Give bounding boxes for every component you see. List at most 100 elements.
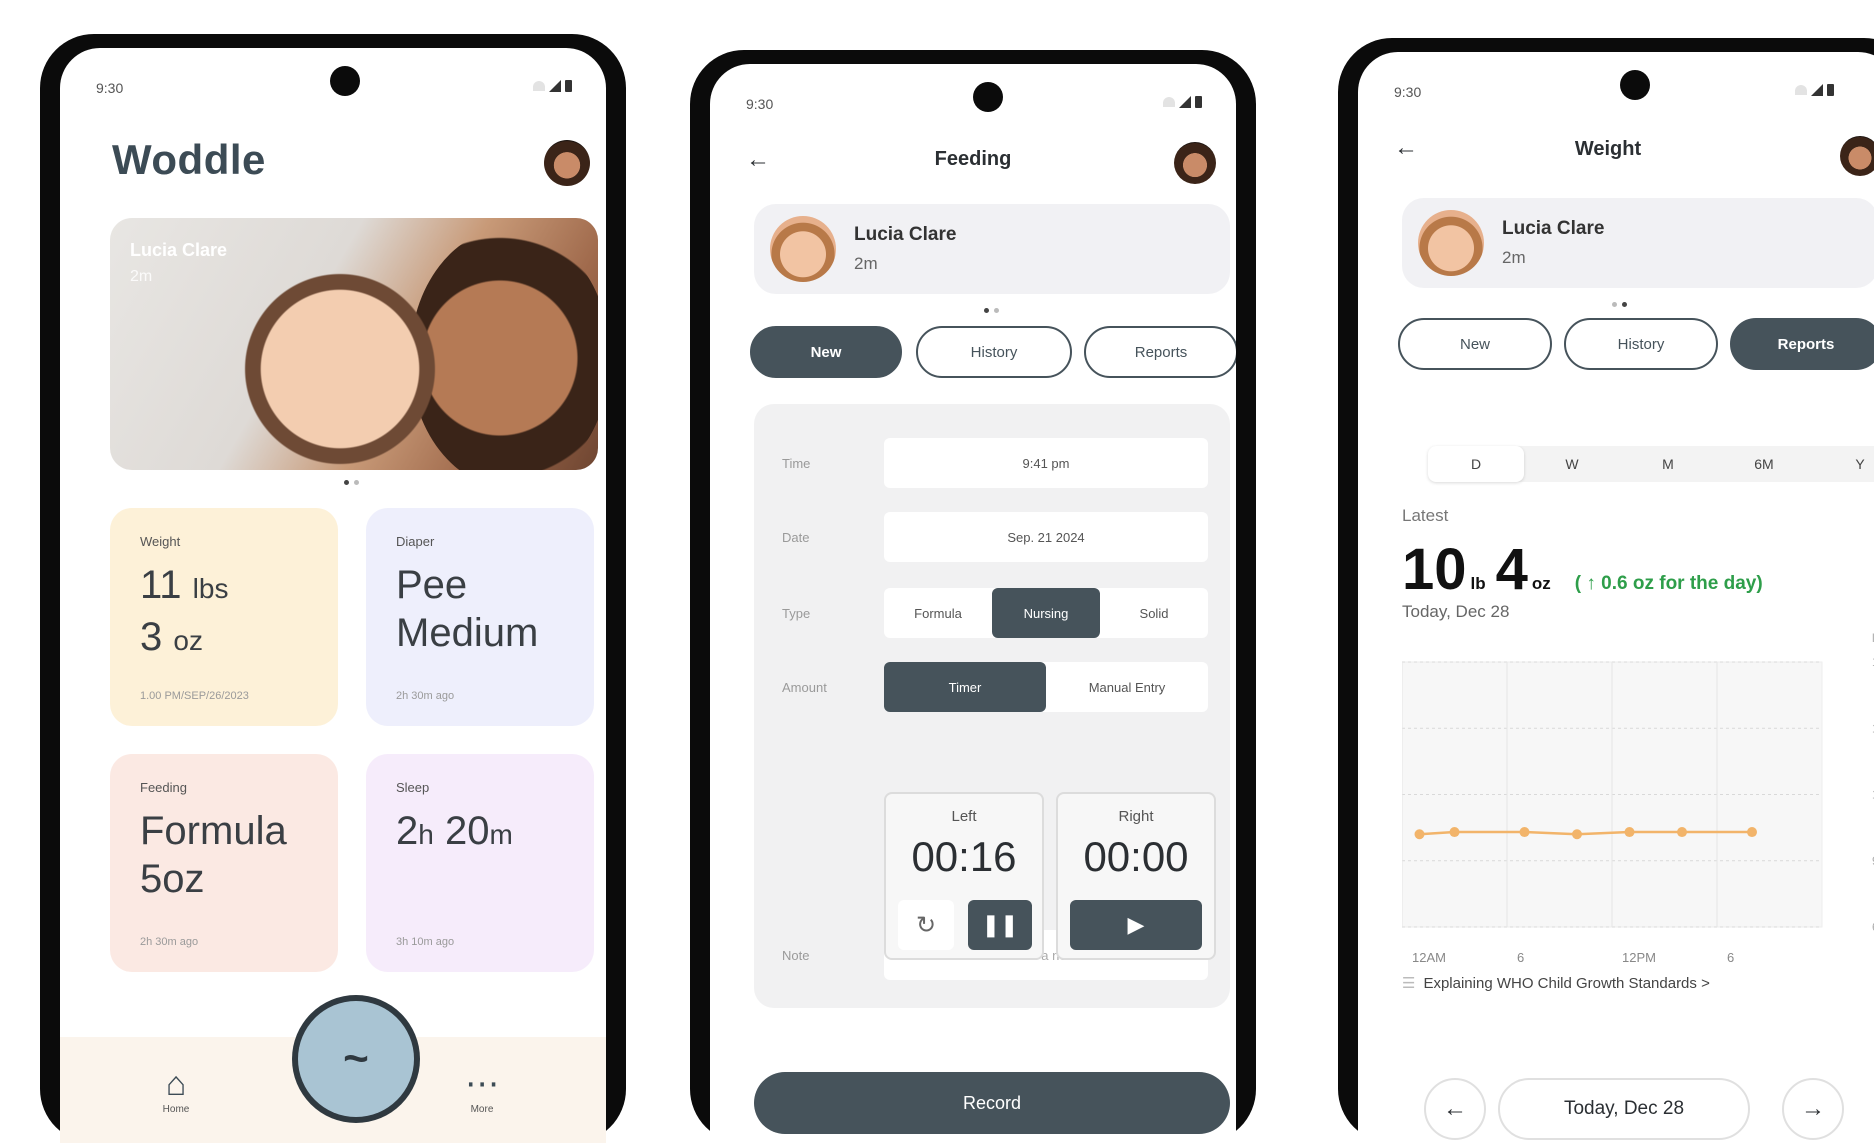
weight-point [1414,829,1425,840]
weight-point [1624,827,1635,838]
reset-icon[interactable]: ↻ [898,900,954,950]
nav-home[interactable]: ⌂ Home [146,1064,206,1115]
nav-more-label: More [470,1104,494,1115]
carousel-dot[interactable] [1622,302,1627,307]
amount-manual-entry[interactable]: Manual Entry [1046,662,1208,712]
tab-new[interactable]: New [750,326,902,378]
add-entry-fab[interactable]: ~ [292,995,420,1123]
timer-left-label: Left [951,808,977,825]
range-6month[interactable]: 6M [1716,446,1812,482]
camera-notch [1620,70,1650,100]
phone-home: 9:30 Woddle Lucia Clare 2m Weight 11 lbs… [40,34,626,1143]
tile-timestamp: 1.00 PM/SEP/26/2023 [140,690,249,702]
status-icons [533,80,572,92]
weight-point [1572,829,1582,840]
status-icons [1163,96,1202,108]
type-nursing[interactable]: Nursing [992,588,1100,638]
tile-label: Sleep [396,780,430,795]
type-formula[interactable]: Formula [884,588,992,638]
latest-date: Today, Dec 28 [1402,602,1510,621]
time-label: Time [782,456,811,471]
x-tick-label: 6 [1727,950,1734,965]
carousel-dots [1612,302,1627,307]
child-name: Lucia Clare [1502,218,1605,239]
sleep-value: 2h 20m [396,809,513,853]
weight-change: ( ↑ 0.6 oz for the day) [1574,573,1763,594]
status-time: 9:30 [746,96,774,112]
next-day-button[interactable]: → [1782,1078,1844,1140]
page-title: Feeding [934,148,1012,170]
more-icon: ⋯ [465,1065,499,1103]
weight-point [1747,827,1757,838]
carousel-dot[interactable] [1612,302,1617,307]
pause-button[interactable]: ❚❚ [968,900,1032,950]
carousel-dot[interactable] [354,480,359,485]
carousel-dots [984,308,999,313]
tile-timestamp: 2h 30m ago [140,936,199,948]
range-day[interactable]: D [1428,446,1524,482]
tab-history[interactable]: History [916,326,1072,378]
latest-weight: 10 lb 4 oz ( ↑ 0.6 oz for the day) [1402,536,1763,603]
signal-icon [549,80,561,92]
app-logo: Woddle [112,136,266,183]
sleep-tile[interactable]: Sleep 2h 20m 3h 10m ago [366,754,594,972]
carousel-dot[interactable] [344,480,349,485]
diaper-tile[interactable]: Diaper Pee Medium 2h 30m ago [366,508,594,726]
latest-label: Latest [1402,506,1449,525]
prev-day-button[interactable]: ← [1424,1078,1486,1140]
timer-left: Left 00:16 ↻ ❚❚ [884,792,1044,960]
type-solid[interactable]: Solid [1100,588,1208,638]
status-icons [1795,84,1834,96]
range-week[interactable]: W [1524,446,1620,482]
type-label: Type [782,606,811,621]
wifi-icon [1795,85,1807,95]
list-icon: ☰ [1402,975,1416,992]
child-hero-card[interactable]: Lucia Clare 2m [110,218,598,470]
x-axis-ticks: 12AM 6 12PM 6 [1412,950,1734,965]
home-screen: 9:30 Woddle Lucia Clare 2m Weight 11 lbs… [60,48,606,1143]
battery-icon [565,80,572,92]
tile-timestamp: 3h 10m ago [396,936,455,948]
growth-standards-link[interactable]: ☰ Explaining WHO Child Growth Standards > [1402,974,1710,992]
camera-notch [330,66,360,96]
profile-avatar[interactable] [544,140,590,186]
latest-oz-value: 4 [1495,537,1528,602]
nav-more[interactable]: ⋯ More [452,1064,512,1115]
child-card[interactable]: Lucia Clare 2m [1402,198,1874,288]
feeding-value: Formula 5oz [140,809,287,901]
child-card[interactable]: Lucia Clare 2m [754,204,1230,294]
tab-new[interactable]: New [1398,318,1552,370]
range-selector: D W M 6M Y [1428,446,1874,482]
amount-selector: Timer Manual Entry [884,662,1208,712]
range-month[interactable]: M [1620,446,1716,482]
time-field[interactable]: 9:41 pm [884,438,1208,488]
tab-reports[interactable]: Reports [1084,326,1236,378]
hero-child-age: 2m [130,268,153,285]
x-tick-label: 6 [1517,950,1524,965]
profile-avatar[interactable] [1840,136,1874,176]
signal-icon [1811,84,1823,96]
hero-child-name: Lucia Clare [130,240,228,260]
date-field[interactable]: Sep. 21 2024 [884,512,1208,562]
record-button[interactable]: Record [754,1072,1230,1134]
weight-tile[interactable]: Weight 11 lbs 3 oz 1.00 PM/SEP/26/2023 [110,508,338,726]
child-photo [770,216,836,282]
feeding-tile[interactable]: Feeding Formula 5oz 2h 30m ago [110,754,338,972]
signal-icon [1179,96,1191,108]
date-selector[interactable]: Today, Dec 28 [1498,1078,1750,1140]
profile-avatar[interactable] [1174,142,1216,184]
tab-history[interactable]: History [1564,318,1718,370]
hero-photo-baby [240,248,440,468]
play-button[interactable]: ▶ [1070,900,1202,950]
diaper-value: Pee Medium [396,563,539,655]
carousel-dot[interactable] [984,308,989,313]
tab-reports[interactable]: Reports [1730,318,1874,370]
weight-value: 11 lbs 3 oz [140,563,229,659]
home-icon: ⌂ [165,1065,187,1103]
range-year[interactable]: Y [1812,446,1874,482]
carousel-dot[interactable] [994,308,999,313]
amount-timer[interactable]: Timer [884,662,1046,712]
type-selector: Formula Nursing Solid [884,588,1208,638]
child-age: 2m [854,254,878,273]
nav-home-label: Home [162,1104,190,1115]
